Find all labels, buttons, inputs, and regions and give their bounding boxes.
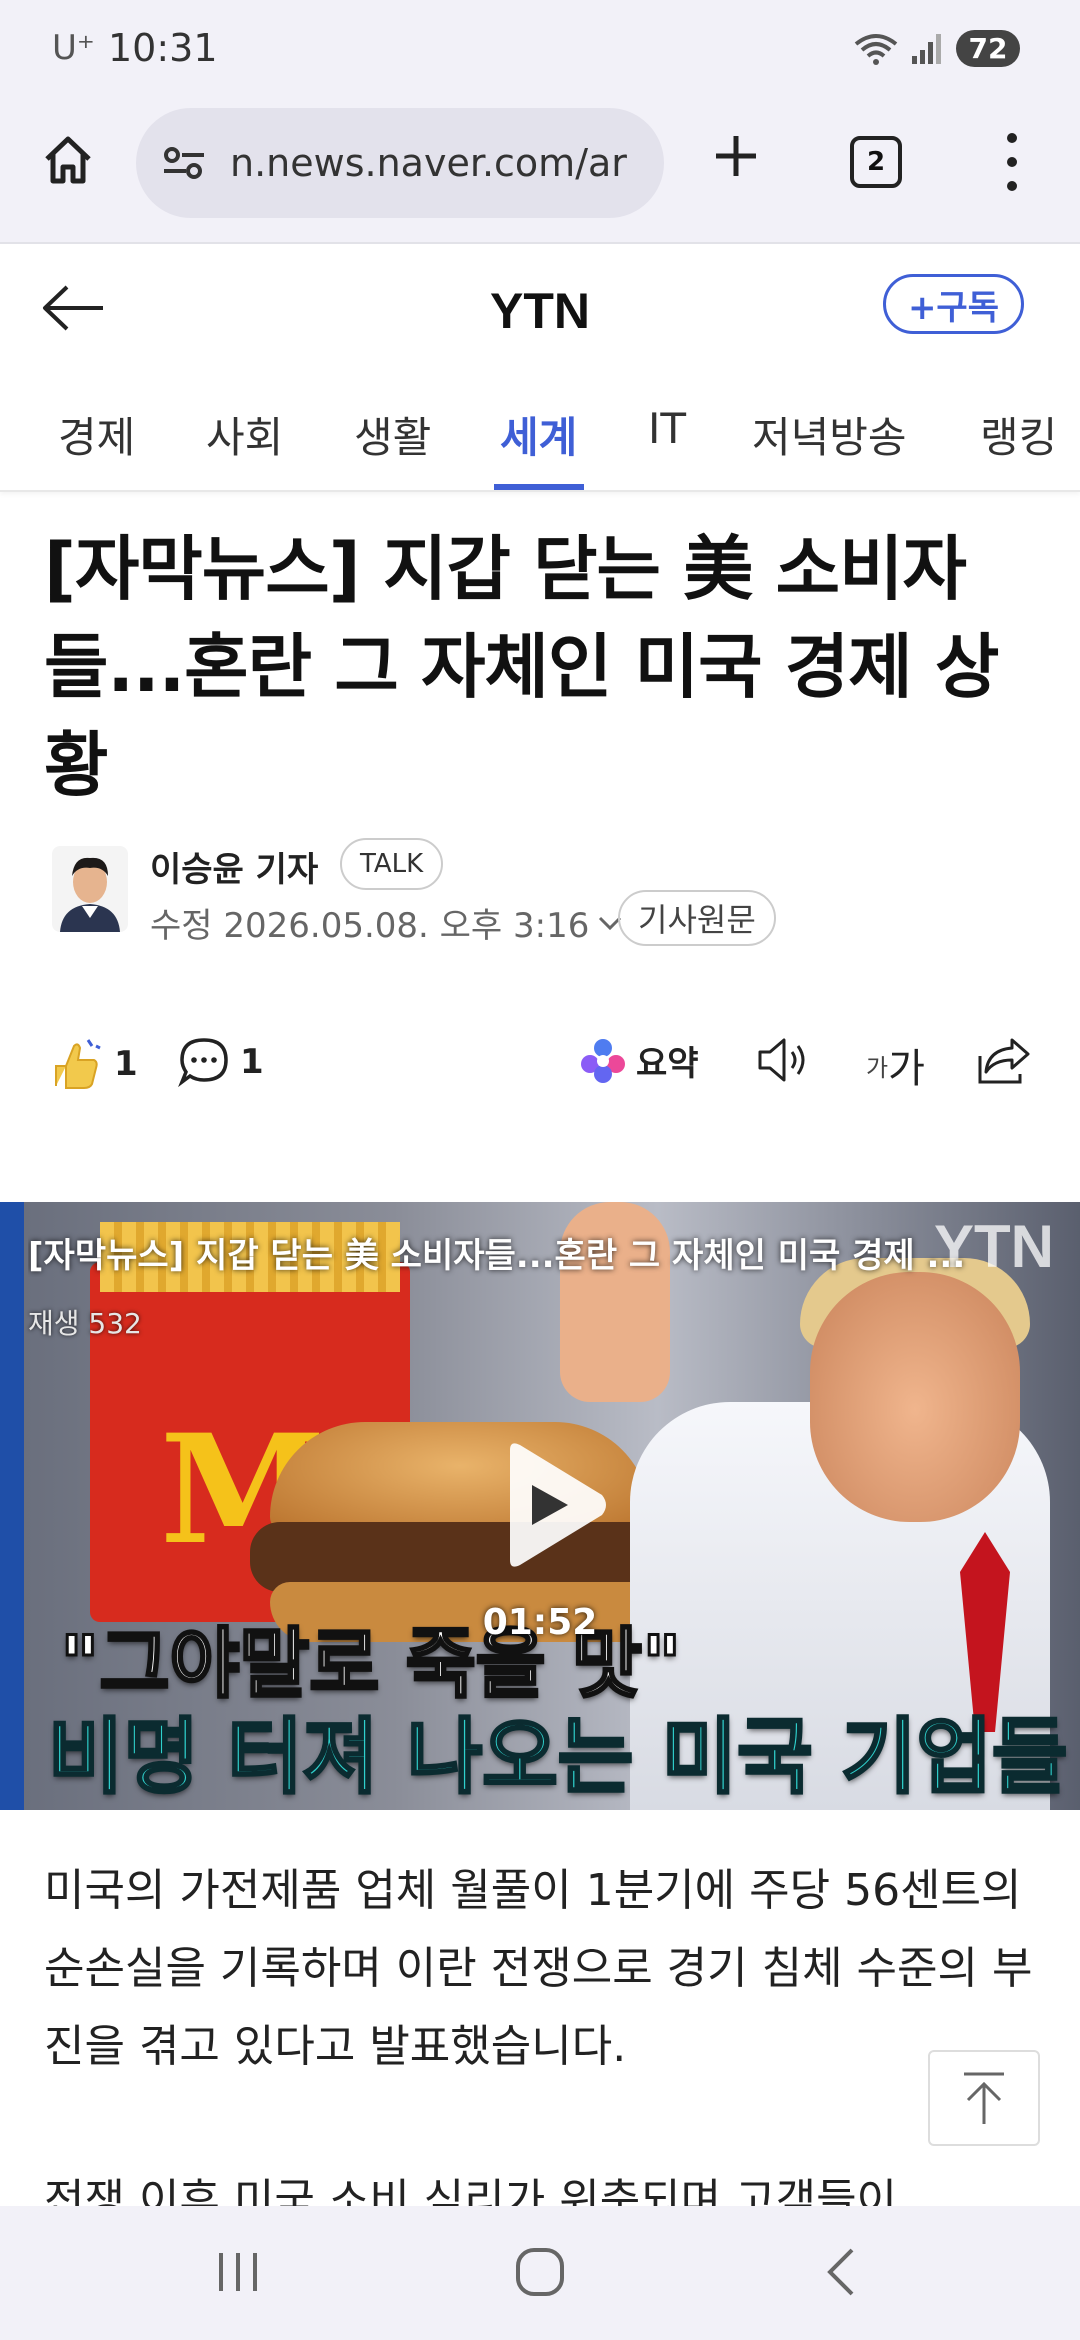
subscribe-button[interactable]: +구독 bbox=[882, 274, 1024, 334]
font-size-small-glyph: 가 bbox=[866, 1053, 889, 1082]
article-body: 미국의 가전제품 업체 월풀이 1분기에 주당 56센트의 순손실을 기록하며 … bbox=[44, 1852, 1044, 2086]
arrow-up-icon bbox=[964, 2072, 1004, 2124]
video-title: [자막뉴스] 지갑 닫는 美 소비자들...혼란 그 자체인 미국 경제 ... bbox=[28, 1236, 966, 1276]
comment-button[interactable]: 1 bbox=[178, 1036, 264, 1088]
home-circle-icon bbox=[516, 2248, 564, 2296]
tab-switcher-button[interactable]: 2 bbox=[850, 136, 902, 188]
back-nav-button[interactable] bbox=[812, 2242, 872, 2302]
thumbs-up-icon bbox=[55, 1039, 101, 1089]
video-left-edge bbox=[0, 1202, 24, 1810]
body-paragraph-1: 미국의 가전제품 업체 월풀이 1분기에 주당 56센트의 순손실을 기록하며 … bbox=[44, 1865, 1033, 2072]
battery-indicator: 72 bbox=[956, 30, 1020, 67]
chevron-left-icon bbox=[827, 2248, 854, 2296]
tab-society[interactable]: 사회 bbox=[206, 404, 283, 465]
article-date[interactable]: 수정 2026.05.08. 오후 3:16 bbox=[150, 898, 623, 947]
video-player[interactable]: M YTN [자막뉴스] 지갑 닫는 美 소비자들...혼란 그 자체인 미국 … bbox=[0, 1202, 1080, 1810]
font-size-button[interactable]: 가 가 bbox=[866, 1036, 925, 1094]
carrier-label: U⁺ bbox=[52, 28, 95, 68]
recent-apps-button[interactable] bbox=[208, 2242, 268, 2302]
text-to-speech-button[interactable] bbox=[756, 1036, 812, 1084]
address-bar[interactable]: n.news.naver.com/ar bbox=[136, 108, 664, 218]
tab-ranking[interactable]: 랭킹 bbox=[980, 404, 1057, 465]
tab-economy[interactable]: 경제 bbox=[58, 404, 135, 465]
tab-world[interactable]: 세계 bbox=[500, 404, 577, 465]
video-caption-line2: 비명 터져 나오는 미국 기업들 bbox=[46, 1709, 1068, 1807]
scroll-to-top-button[interactable] bbox=[928, 2050, 1040, 2146]
home-button[interactable] bbox=[36, 128, 100, 192]
date-text: 수정 2026.05.08. 오후 3:16 bbox=[150, 906, 590, 946]
play-icon[interactable] bbox=[490, 1440, 610, 1570]
reporter-name[interactable]: 이승윤 기자 bbox=[150, 842, 318, 891]
summary-button[interactable]: 요약 bbox=[580, 1036, 699, 1085]
site-settings-icon bbox=[164, 147, 204, 179]
video-duration: 01:52 bbox=[482, 1602, 598, 1643]
recent-apps-icon bbox=[219, 2253, 257, 2291]
tab-it[interactable]: IT bbox=[648, 404, 686, 453]
browser-menu-button[interactable] bbox=[992, 126, 1032, 198]
menu-dot bbox=[1007, 157, 1017, 167]
person-head-graphic bbox=[810, 1272, 1020, 1522]
clock: 10:31 bbox=[108, 26, 218, 70]
status-icons: 72 bbox=[854, 30, 1020, 67]
article-headline: [자막뉴스] 지갑 닫는 美 소비자들...혼란 그 자체인 미국 경제 상황 bbox=[44, 528, 999, 806]
ai-summary-icon bbox=[581, 1038, 625, 1083]
share-button[interactable] bbox=[976, 1036, 1032, 1086]
plus-icon bbox=[716, 136, 756, 176]
browser-toolbar: n.news.naver.com/ar 2 bbox=[0, 100, 1080, 244]
share-icon bbox=[978, 1038, 1030, 1084]
tab-life[interactable]: 생활 bbox=[354, 404, 431, 465]
like-count: 1 bbox=[114, 1044, 138, 1084]
body-paragraph-2-clipped: 전쟁 이후 미국 소비 심리가 위축되며 고객들이 bbox=[44, 2166, 1044, 2206]
new-tab-button[interactable] bbox=[704, 124, 768, 188]
category-nav: 경제 사회 생활 세계 IT 저녁방송 랭킹 bbox=[0, 370, 1080, 492]
menu-dot bbox=[1007, 181, 1017, 191]
font-size-large-glyph: 가 bbox=[888, 1046, 925, 1092]
system-nav-bar bbox=[0, 2206, 1080, 2340]
signal-icon bbox=[912, 33, 941, 64]
site-header: YTN +구독 bbox=[0, 246, 1080, 370]
tab-evening-broadcast[interactable]: 저녁방송 bbox=[752, 404, 907, 465]
url-text: n.news.naver.com/ar bbox=[230, 141, 627, 185]
wifi-icon bbox=[854, 33, 898, 65]
speaker-icon bbox=[758, 1038, 805, 1082]
status-bar: U⁺ 10:31 72 bbox=[0, 0, 1080, 100]
home-nav-button[interactable] bbox=[510, 2242, 570, 2302]
like-button[interactable]: 1 bbox=[48, 1036, 138, 1092]
comment-count: 1 bbox=[240, 1042, 264, 1082]
body-paragraph-2: 전쟁 이후 미국 소비 심리가 위축되며 고객들이 bbox=[44, 2175, 898, 2206]
active-tab-indicator bbox=[494, 484, 584, 490]
comment-icon bbox=[178, 1038, 228, 1088]
home-icon bbox=[45, 136, 91, 184]
reporter-avatar[interactable] bbox=[52, 846, 128, 932]
article-action-row: 1 1 요약 가 가 bbox=[0, 1030, 1080, 1100]
summary-label: 요약 bbox=[636, 1044, 699, 1084]
video-views: 재생 532 bbox=[28, 1307, 142, 1340]
original-article-button[interactable]: 기사원문 bbox=[618, 890, 776, 946]
talk-button[interactable]: TALK bbox=[340, 838, 444, 890]
menu-dot bbox=[1007, 133, 1017, 143]
